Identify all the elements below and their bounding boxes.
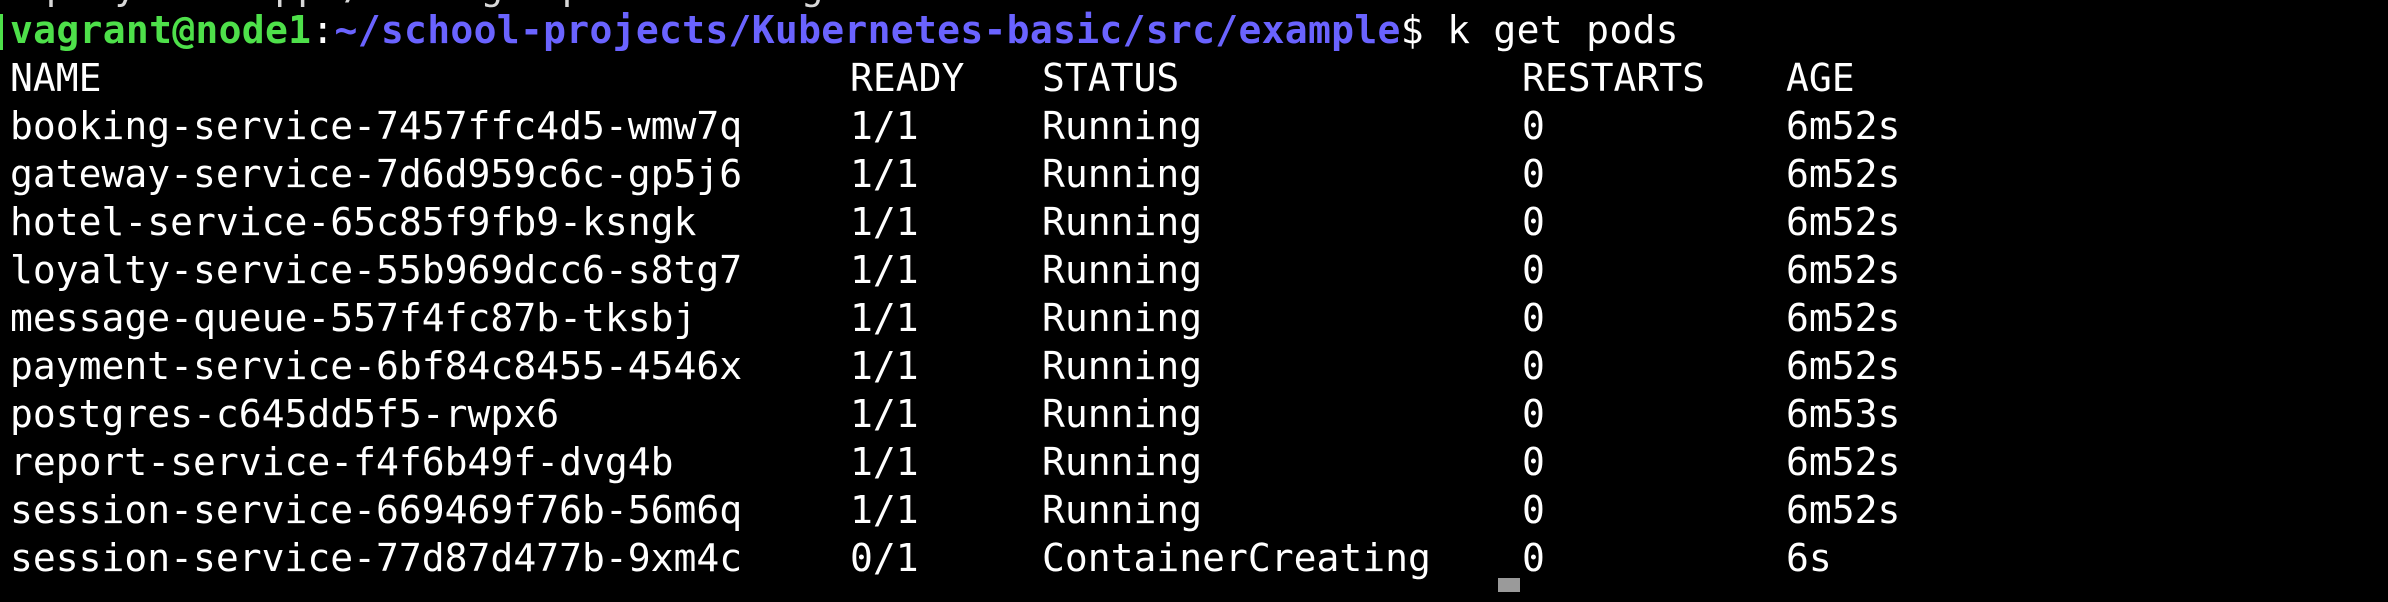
cell-ready: 1/1	[850, 344, 919, 388]
command-text: k get pods	[1423, 8, 1679, 52]
cell-ready: 1/1	[850, 200, 919, 244]
cell-age: 6m52s	[1786, 296, 1901, 340]
cell-age: 6m52s	[1786, 152, 1901, 196]
header-status: STATUS	[1042, 56, 1180, 100]
cell-restarts: 0	[1522, 152, 1545, 196]
cell-age: 6m52s	[1786, 200, 1901, 244]
cell-restarts: 0	[1522, 440, 1545, 484]
cell-name: message-queue-557f4fc87b-tksbj	[10, 296, 697, 340]
table-row: gateway-service-7d6d959c6c-gp5j6 1/1 Runni…	[10, 150, 2310, 198]
header-age: AGE	[1786, 56, 1855, 100]
cell-name: report-service-f4f6b49f-dvg4b	[10, 440, 674, 484]
next-prompt-line-cut	[10, 572, 33, 602]
cell-ready: 1/1	[850, 440, 919, 484]
table-row: loyalty-service-55b969dcc6-s8tg7 1/1 Runni…	[10, 246, 2310, 294]
table-row: session-service-669469f76b-56m6q 1/1 Runni…	[10, 486, 2310, 534]
table-row: booking-service-7457ffc4d5-wmw7q 1/1 Runni…	[10, 102, 2310, 150]
cell-name: postgres-c645dd5f5-rwpx6	[10, 392, 560, 436]
cell-restarts: 0	[1522, 488, 1545, 532]
terminal-window[interactable]: deployment.apps/message-queue configured…	[0, 0, 2388, 592]
table-row: report-service-f4f6b49f-dvg4b 1/1 Running 0…	[10, 438, 2310, 486]
cell-status: Running	[1042, 152, 1203, 196]
cell-restarts: 0	[1522, 296, 1545, 340]
cell-status: Running	[1042, 440, 1203, 484]
cell-ready: 1/1	[850, 296, 919, 340]
cell-status: Running	[1042, 200, 1203, 244]
cell-status: Running	[1042, 104, 1203, 148]
cell-restarts: 0	[1522, 344, 1545, 388]
cell-ready: 1/1	[850, 488, 919, 532]
cell-age: 6m52s	[1786, 344, 1901, 388]
cell-status: Running	[1042, 296, 1203, 340]
cell-status: Running	[1042, 344, 1203, 388]
cell-age: 6s	[1786, 536, 1832, 580]
cell-name: payment-service-6bf84c8455-4546x	[10, 344, 743, 388]
cell-name: booking-service-7457ffc4d5-wmw7q	[10, 104, 743, 148]
cell-status: Running	[1042, 248, 1203, 292]
cell-age: 6m52s	[1786, 104, 1901, 148]
cell-ready: 1/1	[850, 392, 919, 436]
cell-status: Running	[1042, 488, 1203, 532]
cell-age: 6m52s	[1786, 488, 1901, 532]
prompt-path: ~/school-projects/Kubernetes-basic/src/e…	[334, 8, 1401, 52]
cell-restarts: 0	[1522, 392, 1545, 436]
cell-restarts: 0	[1522, 104, 1545, 148]
prompt-separator: :	[311, 8, 335, 52]
table-row: session-service-77d87d477b-9xm4c 0/1 Conta…	[10, 534, 2310, 582]
cell-age: 6m52s	[1786, 248, 1901, 292]
table-row: payment-service-6bf84c8455-4546x 1/1 Runni…	[10, 342, 2310, 390]
cell-ready: 0/1	[850, 536, 919, 580]
cell-name: session-service-669469f76b-56m6q	[10, 488, 743, 532]
cell-age: 6m53s	[1786, 392, 1901, 436]
cell-restarts: 0	[1522, 200, 1545, 244]
prompt-line: vagrant@node1:~/school-projects/Kubernet…	[10, 6, 1679, 54]
cell-name: gateway-service-7d6d959c6c-gp5j6	[10, 152, 743, 196]
cell-name: loyalty-service-55b969dcc6-s8tg7	[10, 248, 743, 292]
prompt-sign: $	[1400, 8, 1424, 52]
cell-age: 6m52s	[1786, 440, 1901, 484]
header-restarts: RESTARTS	[1522, 56, 1706, 100]
header-name: NAME	[10, 56, 102, 100]
header-ready: READY	[850, 56, 965, 100]
cell-name: session-service-77d87d477b-9xm4c	[10, 536, 743, 580]
cell-status: ContainerCreating	[1042, 536, 1431, 580]
table-header: NAME READY STATUS RESTARTS AGE	[10, 54, 2310, 102]
cell-name: hotel-service-65c85f9fb9-ksngk	[10, 200, 697, 244]
cell-status: Running	[1042, 392, 1203, 436]
cell-ready: 1/1	[850, 152, 919, 196]
table-row: postgres-c645dd5f5-rwpx6 1/1 Running 0 6m53s	[10, 390, 2310, 438]
active-line-marker	[0, 14, 3, 50]
cell-restarts: 0	[1522, 536, 1545, 580]
prompt-user-host: vagrant@node1	[10, 8, 312, 52]
cell-restarts: 0	[1522, 248, 1545, 292]
table-row: hotel-service-65c85f9fb9-ksngk 1/1 Running…	[10, 198, 2310, 246]
cell-ready: 1/1	[850, 248, 919, 292]
cell-ready: 1/1	[850, 104, 919, 148]
table-row: message-queue-557f4fc87b-tksbj 1/1 Running…	[10, 294, 2310, 342]
